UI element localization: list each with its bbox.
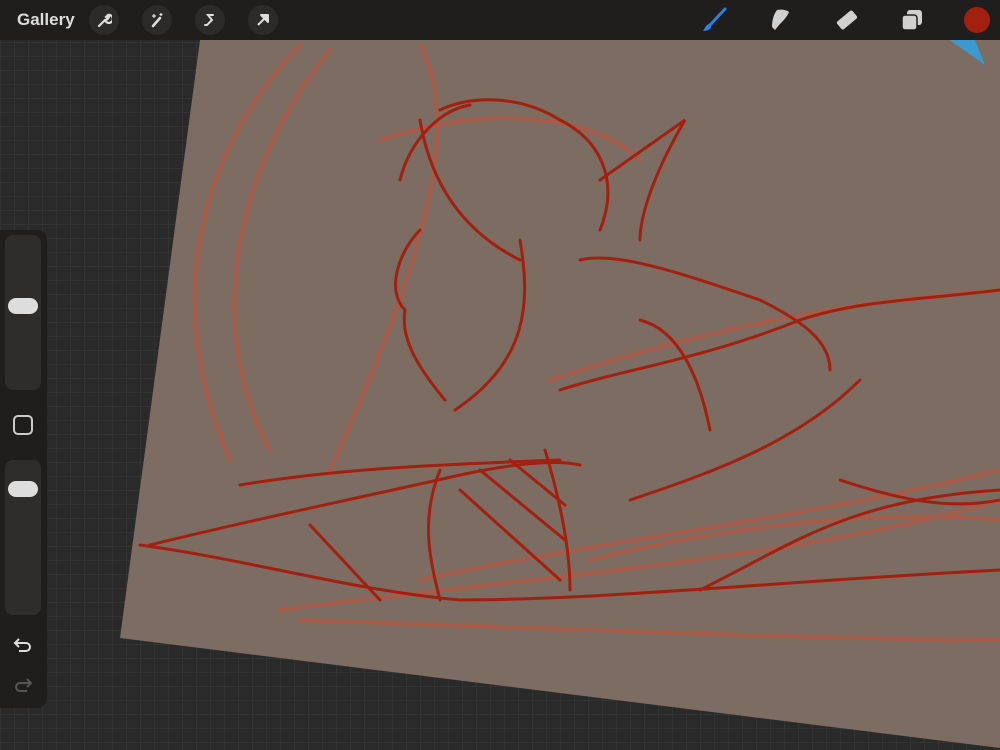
eraser-icon[interactable]: [832, 6, 860, 34]
actions-wrench-icon[interactable]: [88, 5, 119, 35]
brush-size-thumb[interactable]: [8, 297, 38, 314]
layers-icon[interactable]: [898, 6, 926, 34]
top-toolbar: Gallery: [0, 0, 1000, 40]
sidebar: [0, 230, 47, 708]
opacity-thumb[interactable]: [8, 480, 38, 497]
selection-icon[interactable]: [194, 5, 225, 35]
drawing-canvas[interactable]: [0, 0, 1000, 750]
transform-arrow-icon[interactable]: [247, 5, 278, 35]
opacity-slider[interactable]: [5, 460, 41, 615]
redo-icon[interactable]: [12, 676, 34, 696]
smudge-icon[interactable]: [766, 6, 794, 34]
adjustments-magic-wand-icon[interactable]: [141, 5, 172, 35]
brush-size-slider[interactable]: [5, 235, 41, 390]
brush-icon[interactable]: [700, 6, 728, 34]
canvas-paper[interactable]: [120, 40, 1000, 748]
color-picker-button[interactable]: [964, 7, 990, 33]
undo-icon[interactable]: [12, 636, 34, 656]
modify-button[interactable]: [13, 415, 33, 435]
gallery-button[interactable]: Gallery: [17, 10, 75, 30]
